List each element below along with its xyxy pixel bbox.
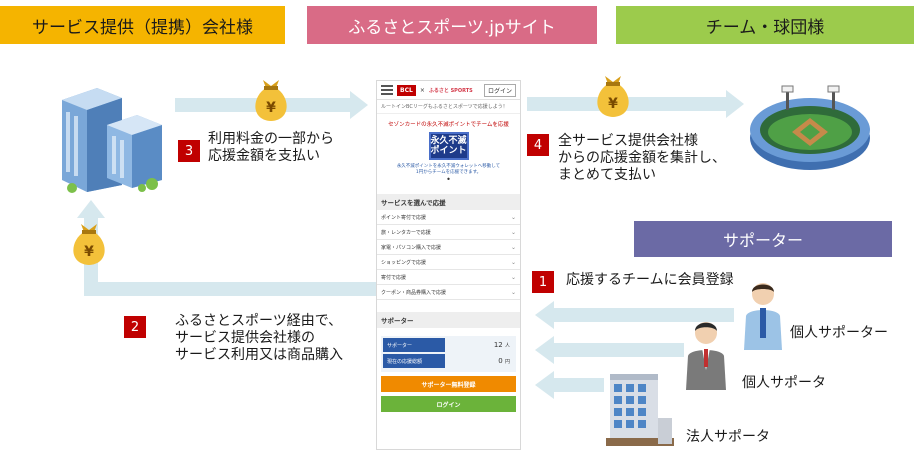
step-3-line-2: 応援金額を支払い [208, 148, 320, 164]
support-total-row: 現在の応援総額 0 円 [383, 354, 514, 368]
service-item[interactable]: ポイント寄付で応援 ⌄ [377, 210, 520, 225]
service-item[interactable]: 旅・レンタカーで応援 ⌄ [377, 225, 520, 240]
step-2-caption: ふるさとスポーツ経由で、 サービス提供会社様の サービス利用又は商品購入 [175, 313, 343, 364]
supporter-header: サポーター [634, 221, 892, 257]
chevron-down-icon: ⌄ [510, 273, 516, 281]
supporter-stats: サポーター 12 人 現在の応援総額 0 円 [381, 336, 516, 372]
step-2-line-1: ふるさとスポーツ経由で、 [175, 313, 343, 329]
flow-arrowhead [77, 200, 105, 218]
phone-tagline: ルートインBCリーグもふるさとスポーツで応援しよう！ [377, 100, 520, 114]
support-total-unit: 円 [504, 359, 510, 365]
phone-topbar: BCL × ふるさと SPORTS ログイン [377, 81, 520, 100]
step-2-badge: 2 [124, 316, 146, 338]
badge-top: 永久不滅 [430, 136, 467, 146]
flow-arrowhead [535, 371, 554, 399]
service-item-label: 家電・パソコン購入で応援 [381, 244, 442, 251]
flow-arrowhead [535, 336, 554, 364]
header-service-providers: サービス提供（提携）会社様 [0, 6, 285, 44]
step-2-line-3: サービス利用又は商品購入 [175, 347, 343, 363]
service-item[interactable]: 寄付で応援 ⌄ [377, 270, 520, 285]
register-supporter-button[interactable]: サポーター無料登録 [381, 376, 516, 392]
header-teams: チーム・球団様 [616, 6, 914, 44]
hamburger-menu-icon[interactable] [381, 85, 393, 95]
eternal-points-badge[interactable]: 永久不滅 ポイント [428, 132, 469, 160]
money-bag-icon: ¥ [255, 80, 287, 121]
service-item-label: ショッピングで応援 [381, 259, 427, 266]
furusato-sports-logo: ふるさと SPORTS [428, 87, 473, 94]
flow-arrowhead [726, 90, 744, 118]
service-item-label: ポイント寄付で応援 [381, 214, 427, 221]
step-4-badge: 4 [527, 134, 549, 156]
step-4-line-3: まとめて支払い [558, 167, 656, 183]
flow-arrow-supporter-middle [554, 343, 684, 357]
site-phone-mockup: BCL × ふるさと SPORTS ログイン ルートインBCリーグもふるさとスポ… [376, 80, 521, 450]
chevron-down-icon: ⌄ [510, 243, 516, 251]
supporter-heading: サポーター [377, 312, 520, 328]
service-item[interactable]: 家電・パソコン購入で応援 ⌄ [377, 240, 520, 255]
phone-login-link[interactable]: ログイン [483, 83, 516, 97]
money-bag-icon: ¥ [73, 224, 105, 265]
corporate-supporter-label: 法人サポータ [686, 429, 770, 445]
step-1-badge: 1 [532, 271, 554, 293]
support-total-label: 現在の応援総額 [383, 354, 445, 368]
money-symbol: ¥ [608, 96, 618, 112]
carousel-dot[interactable]: • [381, 176, 516, 184]
service-item[interactable]: クーポン・商品券購入で応援 ⌄ [377, 285, 520, 300]
individual-supporter-icon [744, 283, 782, 350]
services-heading: サービスを選んで応援 [377, 194, 520, 210]
individual-supporter-label-2: 個人サポータ [742, 375, 826, 391]
step-3-caption: 利用料金の一部から 応援金額を支払い [208, 131, 334, 165]
flow-arrow-purchase-to-provider [84, 282, 376, 296]
service-item-label: 旅・レンタカーで応援 [381, 229, 431, 236]
step-2-line-2: サービス提供会社様の [175, 330, 315, 346]
service-item-label: クーポン・商品券購入で応援 [381, 289, 447, 296]
chevron-down-icon: ⌄ [510, 288, 516, 296]
step-3-line-1: 利用料金の一部から [208, 131, 334, 147]
corporate-building-icon [606, 374, 674, 446]
chevron-down-icon: ⌄ [510, 258, 516, 266]
support-total-number: 0 [498, 357, 503, 365]
stadium-icon [750, 85, 870, 170]
supporter-count-number: 12 [493, 341, 503, 349]
supporter-count-unit: 人 [504, 343, 510, 349]
individual-supporter-label-1: 個人サポーター [790, 325, 888, 341]
step-4-caption: 全サービス提供会社様 からの応援金額を集計し、 まとめて支払い [558, 133, 726, 184]
promo-section: セゾンカードの永久不滅ポイントでチームを応援 永久不滅 ポイント 永久不滅ポイン… [377, 114, 520, 190]
supporter-count-row: サポーター 12 人 [383, 338, 514, 352]
chevron-down-icon: ⌄ [510, 228, 516, 236]
step-4-line-1: 全サービス提供会社様 [558, 133, 698, 149]
service-item-label: 寄付で応援 [381, 274, 407, 281]
step-4-line-2: からの応援金額を集計し、 [558, 150, 726, 166]
header-furusato-site: ふるさとスポーツ.jpサイト [307, 6, 597, 44]
money-bag-icon: ¥ [597, 76, 629, 117]
service-item[interactable]: ショッピングで応援 ⌄ [377, 255, 520, 270]
flow-arrow-supporter-bottom [554, 378, 604, 392]
flow-arrowhead [535, 301, 554, 329]
promo-title: セゾンカードの永久不滅ポイントでチームを応援 [388, 122, 509, 128]
login-button[interactable]: ログイン [381, 396, 516, 412]
step-1-caption: 応援するチームに会員登録 [566, 272, 734, 288]
collab-x: × [419, 86, 425, 94]
supporter-count-label: サポーター [383, 338, 445, 352]
bcl-logo: BCL [397, 84, 416, 96]
chevron-down-icon: ⌄ [510, 213, 516, 221]
badge-bottom: ポイント [430, 146, 467, 156]
flow-arrowhead [350, 91, 368, 119]
money-symbol: ¥ [266, 100, 276, 116]
money-symbol: ¥ [84, 244, 94, 260]
supporter-count-value: 12 人 [445, 341, 514, 349]
individual-supporter-icon [686, 322, 726, 390]
step-3-badge: 3 [178, 140, 200, 162]
office-building-icon [62, 88, 162, 193]
support-total-value: 0 円 [445, 357, 514, 365]
